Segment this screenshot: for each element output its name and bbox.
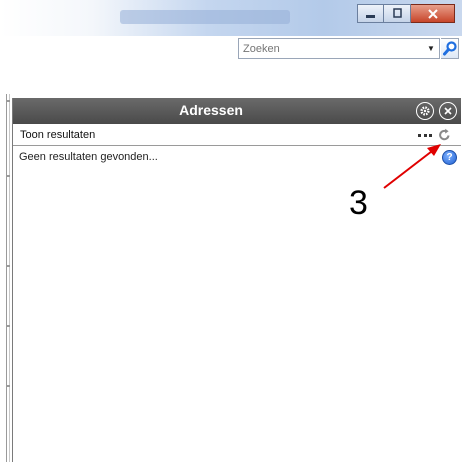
close-window-button[interactable] — [411, 4, 455, 23]
annotation-number: 3 — [349, 184, 368, 222]
window-titlebar — [0, 0, 462, 36]
more-dot — [429, 133, 432, 137]
window-left-edge — [6, 94, 10, 462]
search-dropdown-button[interactable]: ▼ — [423, 39, 439, 58]
edge-mark — [6, 385, 10, 387]
search-icon — [442, 41, 457, 56]
gear-icon — [420, 106, 430, 116]
blurred-window-title — [120, 10, 290, 24]
help-icon: ? — [446, 152, 453, 163]
addresses-panel: Adressen Toon resultaten Geen resultaten… — [12, 98, 461, 462]
no-results-text: Geen resultaten gevonden... — [19, 151, 158, 163]
edge-mark — [6, 100, 10, 102]
edge-mark — [6, 265, 10, 267]
toolbar-row: Toon resultaten — [13, 124, 461, 146]
restore-button[interactable] — [384, 4, 411, 23]
refresh-button[interactable] — [436, 127, 452, 143]
window-controls — [357, 4, 455, 23]
close-circle-icon — [444, 107, 452, 115]
results-row: Geen resultaten gevonden... ? — [13, 147, 461, 167]
minimize-button[interactable] — [357, 4, 384, 23]
chevron-down-icon: ▼ — [427, 44, 435, 53]
refresh-icon — [438, 128, 449, 141]
restore-icon — [392, 8, 402, 18]
panel-title: Adressen — [179, 102, 243, 118]
more-options-button[interactable] — [418, 129, 432, 141]
show-results-label: Toon resultaten — [20, 129, 96, 141]
edge-mark — [6, 175, 10, 177]
more-dot — [423, 133, 427, 137]
edge-mark — [6, 325, 10, 327]
panel-header: Adressen — [13, 98, 461, 124]
close-panel-button[interactable] — [439, 102, 457, 120]
help-button[interactable]: ? — [442, 150, 457, 165]
more-dots-icon — [418, 133, 421, 137]
search-input[interactable] — [239, 39, 419, 58]
search-button[interactable] — [441, 38, 459, 59]
search-box: ▼ — [238, 38, 440, 59]
close-icon — [427, 8, 438, 19]
settings-button[interactable] — [416, 102, 434, 120]
